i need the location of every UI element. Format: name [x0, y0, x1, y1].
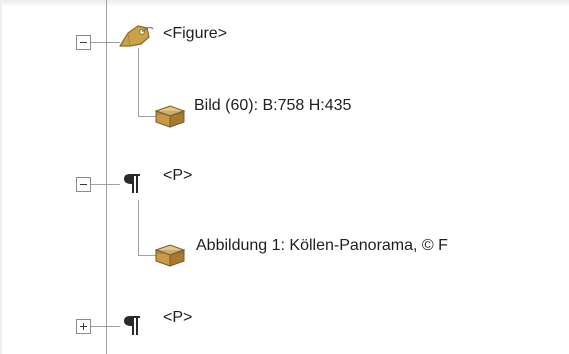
collapse-toggle[interactable]	[76, 35, 91, 50]
minus-icon	[80, 42, 87, 43]
panel-left-edge	[0, 0, 2, 354]
tree-node-label: Abbildung 1: Köllen-Panorama, © F	[196, 237, 448, 254]
tree-root-guide-line	[106, 0, 107, 354]
figure-child-connector	[138, 48, 139, 116]
tag-icon	[114, 24, 154, 50]
tree-node-label: <P>	[163, 309, 193, 326]
p-row-2-branch	[90, 326, 120, 327]
paragraph-icon	[120, 313, 146, 339]
p-row-branch	[90, 184, 120, 185]
paragraph-icon	[120, 171, 146, 197]
tree-node-label: <P>	[163, 167, 193, 184]
collapse-toggle[interactable]	[76, 177, 91, 192]
plus-icon-stem	[83, 323, 84, 330]
tree-node-label: Bild (60): B:758 H:435	[194, 97, 352, 114]
expand-toggle[interactable]	[76, 319, 91, 334]
panel-top-edge	[0, 0, 569, 7]
minus-icon	[80, 184, 87, 185]
p-child-connector	[138, 200, 139, 255]
tags-tree-panel: <Figure> Bild (60): B:758 H:435 <P> Abbi…	[0, 0, 569, 354]
tree-node-label: <Figure>	[163, 25, 228, 42]
container-icon	[153, 242, 187, 268]
container-icon	[153, 103, 187, 129]
